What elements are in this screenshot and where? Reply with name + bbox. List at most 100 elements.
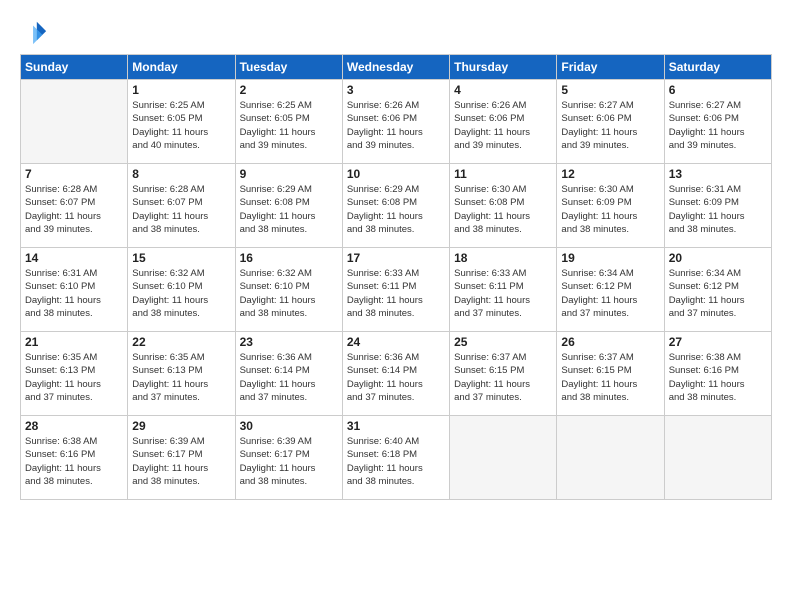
day-number: 2 — [240, 83, 338, 97]
day-header-wednesday: Wednesday — [342, 55, 449, 80]
calendar-cell: 15 Sunrise: 6:32 AM Sunset: 6:10 PM Dayli… — [128, 248, 235, 332]
day-info: Sunrise: 6:35 AM Sunset: 6:13 PM Dayligh… — [132, 351, 230, 404]
day-number: 30 — [240, 419, 338, 433]
day-info: Sunrise: 6:38 AM Sunset: 6:16 PM Dayligh… — [25, 435, 123, 488]
day-header-monday: Monday — [128, 55, 235, 80]
day-info: Sunrise: 6:32 AM Sunset: 6:10 PM Dayligh… — [240, 267, 338, 320]
calendar-cell: 21 Sunrise: 6:35 AM Sunset: 6:13 PM Dayli… — [21, 332, 128, 416]
calendar-cell: 29 Sunrise: 6:39 AM Sunset: 6:17 PM Dayli… — [128, 416, 235, 500]
day-number: 23 — [240, 335, 338, 349]
day-info: Sunrise: 6:40 AM Sunset: 6:18 PM Dayligh… — [347, 435, 445, 488]
calendar-cell: 24 Sunrise: 6:36 AM Sunset: 6:14 PM Dayli… — [342, 332, 449, 416]
day-number: 15 — [132, 251, 230, 265]
day-number: 26 — [561, 335, 659, 349]
day-number: 19 — [561, 251, 659, 265]
calendar-cell: 16Sunrise: 6:32 AM Sunset: 6:10 PM Dayli… — [235, 248, 342, 332]
calendar-cell: 19 Sunrise: 6:34 AM Sunset: 6:12 PM Dayli… — [557, 248, 664, 332]
calendar-cell: 20 Sunrise: 6:34 AM Sunset: 6:12 PM Dayli… — [664, 248, 771, 332]
day-header-saturday: Saturday — [664, 55, 771, 80]
calendar-cell: 6 Sunrise: 6:27 AM Sunset: 6:06 PM Daylig… — [664, 80, 771, 164]
day-info: Sunrise: 6:34 AM Sunset: 6:12 PM Dayligh… — [669, 267, 767, 320]
day-number: 24 — [347, 335, 445, 349]
calendar-cell — [21, 80, 128, 164]
day-number: 31 — [347, 419, 445, 433]
calendar-cell: 31 Sunrise: 6:40 AM Sunset: 6:18 PM Dayli… — [342, 416, 449, 500]
week-row: 1 Sunrise: 6:25 AM Sunset: 6:05 PM Daylig… — [21, 80, 772, 164]
calendar-cell: 14Sunrise: 6:31 AM Sunset: 6:10 PM Dayli… — [21, 248, 128, 332]
calendar-cell: 11 Sunrise: 6:30 AM Sunset: 6:08 PM Dayli… — [450, 164, 557, 248]
day-info: Sunrise: 6:26 AM Sunset: 6:06 PM Dayligh… — [347, 99, 445, 152]
day-info: Sunrise: 6:30 AM Sunset: 6:09 PM Dayligh… — [561, 183, 659, 236]
day-number: 14 — [25, 251, 123, 265]
day-number: 8 — [132, 167, 230, 181]
day-info: Sunrise: 6:29 AM Sunset: 6:08 PM Dayligh… — [240, 183, 338, 236]
day-info: Sunrise: 6:27 AM Sunset: 6:06 PM Dayligh… — [561, 99, 659, 152]
calendar-cell: 30 Sunrise: 6:39 AM Sunset: 6:17 PM Dayli… — [235, 416, 342, 500]
day-number: 28 — [25, 419, 123, 433]
week-row: 21 Sunrise: 6:35 AM Sunset: 6:13 PM Dayli… — [21, 332, 772, 416]
day-number: 25 — [454, 335, 552, 349]
day-number: 9 — [240, 167, 338, 181]
calendar-cell: 18 Sunrise: 6:33 AM Sunset: 6:11 PM Dayli… — [450, 248, 557, 332]
day-header-sunday: Sunday — [21, 55, 128, 80]
calendar-cell: 3 Sunrise: 6:26 AM Sunset: 6:06 PM Daylig… — [342, 80, 449, 164]
day-info: Sunrise: 6:39 AM Sunset: 6:17 PM Dayligh… — [132, 435, 230, 488]
day-info: Sunrise: 6:37 AM Sunset: 6:15 PM Dayligh… — [561, 351, 659, 404]
day-number: 27 — [669, 335, 767, 349]
calendar-cell: 27Sunrise: 6:38 AM Sunset: 6:16 PM Dayli… — [664, 332, 771, 416]
calendar-cell: 25 Sunrise: 6:37 AM Sunset: 6:15 PM Dayli… — [450, 332, 557, 416]
day-number: 10 — [347, 167, 445, 181]
day-info: Sunrise: 6:25 AM Sunset: 6:05 PM Dayligh… — [240, 99, 338, 152]
day-number: 11 — [454, 167, 552, 181]
day-info: Sunrise: 6:25 AM Sunset: 6:05 PM Dayligh… — [132, 99, 230, 152]
day-header-tuesday: Tuesday — [235, 55, 342, 80]
calendar-cell — [664, 416, 771, 500]
day-info: Sunrise: 6:32 AM Sunset: 6:10 PM Dayligh… — [132, 267, 230, 320]
calendar-cell: 23 Sunrise: 6:36 AM Sunset: 6:14 PM Dayli… — [235, 332, 342, 416]
calendar-cell: 7 Sunrise: 6:28 AM Sunset: 6:07 PM Daylig… — [21, 164, 128, 248]
logo-icon — [20, 18, 48, 46]
day-info: Sunrise: 6:29 AM Sunset: 6:08 PM Dayligh… — [347, 183, 445, 236]
calendar-cell — [450, 416, 557, 500]
day-number: 6 — [669, 83, 767, 97]
day-number: 29 — [132, 419, 230, 433]
day-info: Sunrise: 6:31 AM Sunset: 6:09 PM Dayligh… — [669, 183, 767, 236]
day-number: 4 — [454, 83, 552, 97]
day-number: 18 — [454, 251, 552, 265]
calendar-cell: 4Sunrise: 6:26 AM Sunset: 6:06 PM Daylig… — [450, 80, 557, 164]
header-row: SundayMondayTuesdayWednesdayThursdayFrid… — [21, 55, 772, 80]
header — [20, 18, 772, 46]
calendar-cell: 1 Sunrise: 6:25 AM Sunset: 6:05 PM Daylig… — [128, 80, 235, 164]
day-number: 21 — [25, 335, 123, 349]
day-info: Sunrise: 6:37 AM Sunset: 6:15 PM Dayligh… — [454, 351, 552, 404]
calendar: SundayMondayTuesdayWednesdayThursdayFrid… — [20, 54, 772, 500]
day-info: Sunrise: 6:28 AM Sunset: 6:07 PM Dayligh… — [25, 183, 123, 236]
calendar-cell: 8Sunrise: 6:28 AM Sunset: 6:07 PM Daylig… — [128, 164, 235, 248]
day-number: 17 — [347, 251, 445, 265]
calendar-cell: 5 Sunrise: 6:27 AM Sunset: 6:06 PM Daylig… — [557, 80, 664, 164]
day-info: Sunrise: 6:39 AM Sunset: 6:17 PM Dayligh… — [240, 435, 338, 488]
day-info: Sunrise: 6:36 AM Sunset: 6:14 PM Dayligh… — [347, 351, 445, 404]
day-number: 20 — [669, 251, 767, 265]
day-info: Sunrise: 6:30 AM Sunset: 6:08 PM Dayligh… — [454, 183, 552, 236]
calendar-cell — [557, 416, 664, 500]
page: SundayMondayTuesdayWednesdayThursdayFrid… — [0, 0, 792, 612]
day-number: 7 — [25, 167, 123, 181]
day-number: 3 — [347, 83, 445, 97]
day-info: Sunrise: 6:34 AM Sunset: 6:12 PM Dayligh… — [561, 267, 659, 320]
calendar-cell: 22Sunrise: 6:35 AM Sunset: 6:13 PM Dayli… — [128, 332, 235, 416]
week-row: 7 Sunrise: 6:28 AM Sunset: 6:07 PM Daylig… — [21, 164, 772, 248]
day-info: Sunrise: 6:35 AM Sunset: 6:13 PM Dayligh… — [25, 351, 123, 404]
day-info: Sunrise: 6:33 AM Sunset: 6:11 PM Dayligh… — [347, 267, 445, 320]
day-info: Sunrise: 6:36 AM Sunset: 6:14 PM Dayligh… — [240, 351, 338, 404]
day-number: 13 — [669, 167, 767, 181]
calendar-cell: 13 Sunrise: 6:31 AM Sunset: 6:09 PM Dayli… — [664, 164, 771, 248]
day-number: 5 — [561, 83, 659, 97]
calendar-cell: 9 Sunrise: 6:29 AM Sunset: 6:08 PM Daylig… — [235, 164, 342, 248]
day-info: Sunrise: 6:27 AM Sunset: 6:06 PM Dayligh… — [669, 99, 767, 152]
calendar-cell: 10 Sunrise: 6:29 AM Sunset: 6:08 PM Dayli… — [342, 164, 449, 248]
day-info: Sunrise: 6:33 AM Sunset: 6:11 PM Dayligh… — [454, 267, 552, 320]
calendar-cell: 17 Sunrise: 6:33 AM Sunset: 6:11 PM Dayli… — [342, 248, 449, 332]
day-header-friday: Friday — [557, 55, 664, 80]
day-number: 1 — [132, 83, 230, 97]
